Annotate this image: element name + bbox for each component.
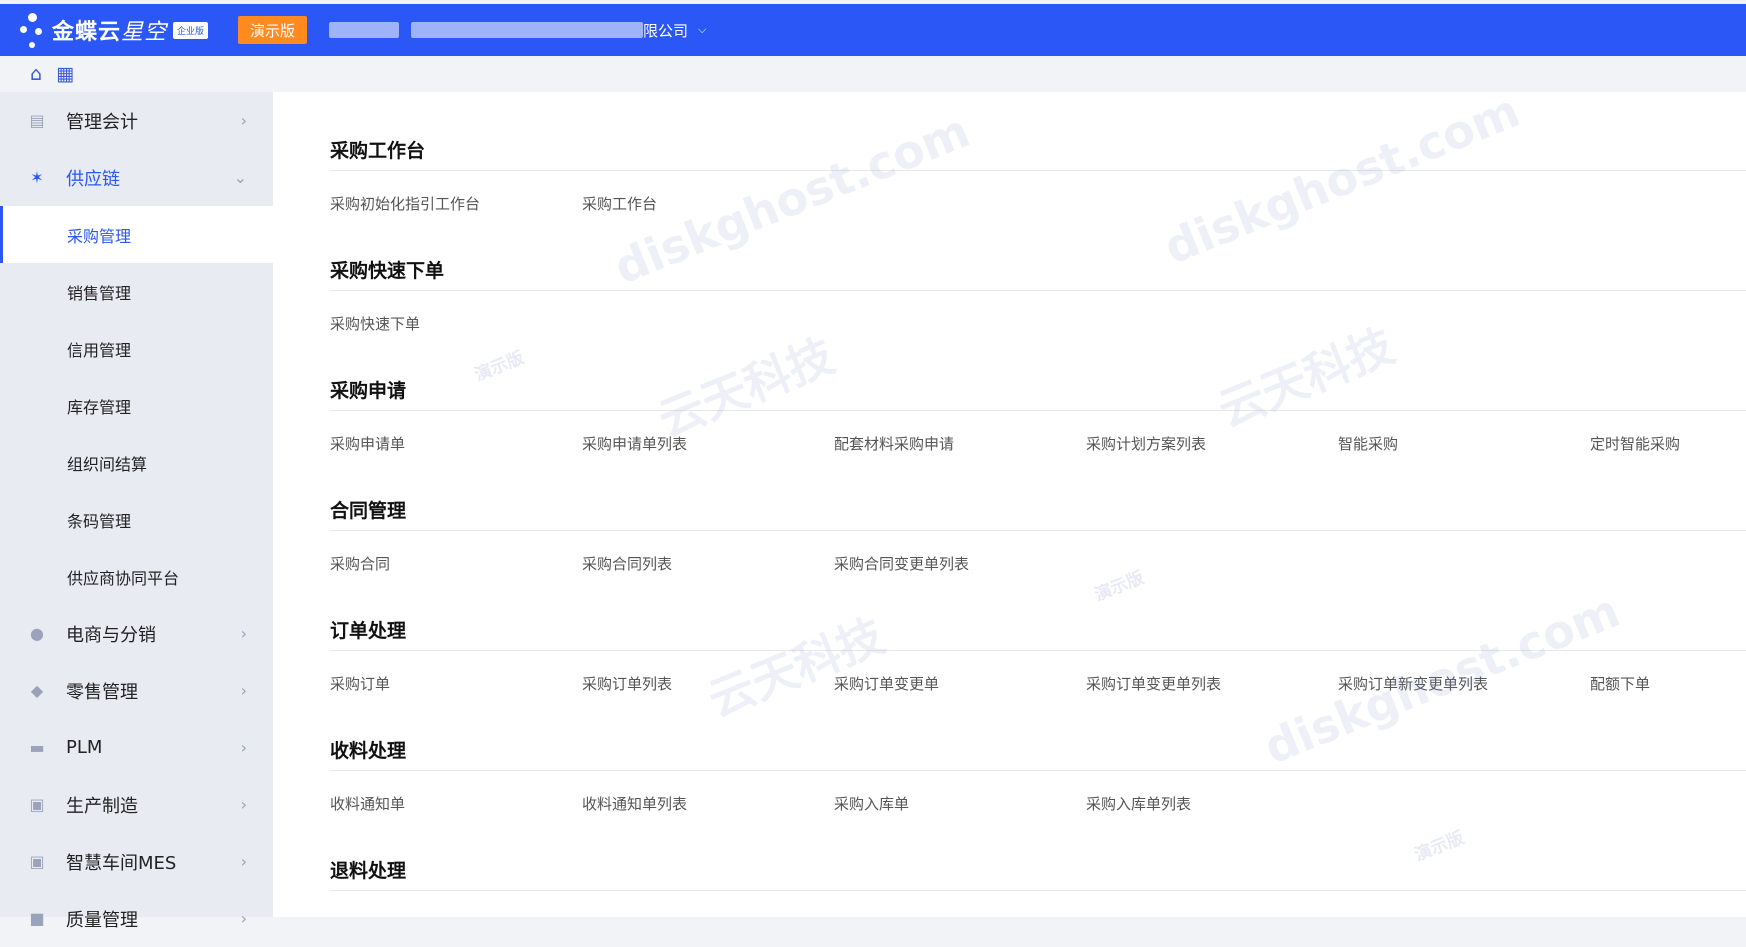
sidebar-subitem-credit[interactable]: 信用管理 bbox=[0, 320, 273, 377]
menu-link[interactable]: 智能采购 bbox=[1338, 433, 1398, 454]
sidebar-subitem-supplier-portal[interactable]: 供应商协同平台 bbox=[0, 548, 273, 605]
redacted-text bbox=[411, 22, 644, 38]
sidebar-item-label: 供应链 bbox=[66, 168, 120, 190]
chevron-right-icon: › bbox=[240, 909, 247, 928]
section-purchase-request: 采购申请 采购申请单 采购申请单列表 配套材料采购申请 采购计划方案列表 智能采… bbox=[330, 371, 1746, 471]
sidebar-item-quality[interactable]: ■ 质量管理 › bbox=[0, 890, 273, 947]
home-icon[interactable]: ⌂ bbox=[30, 64, 42, 84]
sidebar-item-label: 电商与分销 bbox=[66, 624, 156, 646]
menu-content-panel: 采购工作台 采购初始化指引工作台 采购工作台 采购快速下单 采购快速下单 采购申… bbox=[273, 92, 1746, 917]
app-logo[interactable]: 金蝶云星空 企业版 bbox=[16, 8, 226, 52]
sidebar-item-manufacturing[interactable]: ▣ 生产制造 › bbox=[0, 776, 273, 833]
sidebar-subitem-purchase[interactable]: 采购管理 bbox=[0, 206, 273, 263]
chevron-right-icon: › bbox=[240, 795, 247, 814]
section-title: 退料处理 bbox=[330, 851, 1746, 891]
menu-link[interactable]: 采购合同变更单列表 bbox=[834, 553, 969, 574]
chevron-right-icon: › bbox=[240, 624, 247, 643]
sidebar-item-label: PLM bbox=[66, 737, 103, 758]
sidebar: ▤ 管理会计 › ✶ 供应链 ⌄ 采购管理 销售管理 信用管理 库存管理 组织间… bbox=[0, 92, 273, 931]
menu-link[interactable]: 采购合同列表 bbox=[582, 553, 672, 574]
menu-link[interactable]: 采购入库单列表 bbox=[1086, 793, 1191, 814]
shop-icon: ● bbox=[30, 624, 44, 643]
menu-link[interactable]: 采购合同 bbox=[330, 553, 390, 574]
company-selector[interactable]: 限公司 ⌵ bbox=[329, 20, 706, 41]
menu-link[interactable]: 采购快速下单 bbox=[330, 313, 420, 334]
menu-link[interactable]: 采购订单变更单列表 bbox=[1086, 673, 1221, 694]
chevron-down-icon: ⌄ bbox=[233, 168, 247, 187]
menu-link[interactable]: 采购订单 bbox=[330, 673, 390, 694]
sidebar-item-plm[interactable]: ▬ PLM › bbox=[0, 719, 273, 776]
menu-link[interactable]: 定时智能采购 bbox=[1590, 433, 1680, 454]
sidebar-item-label: 智慧车间MES bbox=[66, 852, 177, 874]
demo-badge: 演示版 bbox=[238, 16, 308, 44]
menu-link[interactable]: 采购订单变更单 bbox=[834, 673, 939, 694]
sidebar-subitem-settlement[interactable]: 组织间结算 bbox=[0, 434, 273, 491]
sidebar-subitem-inventory[interactable]: 库存管理 bbox=[0, 377, 273, 434]
section-title: 收料处理 bbox=[330, 731, 1746, 771]
menu-link[interactable]: 采购初始化指引工作台 bbox=[330, 193, 480, 214]
menu-link[interactable]: 收料通知单 bbox=[330, 793, 405, 814]
sidebar-subitem-barcode[interactable]: 条码管理 bbox=[0, 491, 273, 548]
plm-icon: ▬ bbox=[29, 738, 45, 757]
menu-link[interactable]: 采购工作台 bbox=[582, 193, 657, 214]
ledger-icon: ▤ bbox=[29, 111, 45, 130]
menu-link[interactable]: 采购入库单 bbox=[834, 793, 909, 814]
workshop-icon: ▣ bbox=[29, 852, 45, 871]
sidebar-item-ecommerce[interactable]: ● 电商与分销 › bbox=[0, 605, 273, 662]
sidebar-item-label: 零售管理 bbox=[66, 681, 138, 703]
quick-icon-bar: ⌂ ▦ bbox=[0, 56, 1746, 92]
section-contract: 合同管理 采购合同 采购合同列表 采购合同变更单列表 bbox=[330, 491, 1746, 591]
section-title: 采购申请 bbox=[330, 371, 1746, 411]
edition-badge: 企业版 bbox=[173, 21, 209, 39]
logo-mark-icon bbox=[16, 8, 52, 52]
chevron-down-icon: ⌵ bbox=[698, 23, 707, 36]
menu-link[interactable]: 采购申请单列表 bbox=[582, 433, 687, 454]
section-quick-order: 采购快速下单 采购快速下单 bbox=[330, 251, 1746, 351]
quality-icon: ■ bbox=[29, 909, 45, 928]
apps-icon[interactable]: ▦ bbox=[56, 64, 74, 84]
section-title: 合同管理 bbox=[330, 491, 1746, 531]
menu-link[interactable]: 采购订单新变更单列表 bbox=[1338, 673, 1488, 694]
chevron-right-icon: › bbox=[240, 738, 247, 757]
chevron-right-icon: › bbox=[240, 111, 247, 130]
chevron-right-icon: › bbox=[240, 852, 247, 871]
section-return: 退料处理 bbox=[330, 851, 1746, 891]
menu-link[interactable]: 收料通知单列表 bbox=[582, 793, 687, 814]
section-order-processing: 订单处理 采购订单 采购订单列表 采购订单变更单 采购订单变更单列表 采购订单新… bbox=[330, 611, 1746, 711]
network-icon: ✶ bbox=[30, 168, 44, 187]
section-title: 采购工作台 bbox=[330, 131, 1746, 171]
sidebar-item-label: 管理会计 bbox=[66, 111, 138, 133]
sidebar-item-mes[interactable]: ▣ 智慧车间MES › bbox=[0, 833, 273, 890]
menu-link[interactable]: 采购计划方案列表 bbox=[1086, 433, 1206, 454]
sidebar-item-retail[interactable]: ◆ 零售管理 › bbox=[0, 662, 273, 719]
sidebar-item-label: 质量管理 bbox=[66, 909, 138, 931]
company-name-suffix: 限公司 bbox=[643, 21, 689, 40]
section-receiving: 收料处理 收料通知单 收料通知单列表 采购入库单 采购入库单列表 bbox=[330, 731, 1746, 831]
chevron-right-icon: › bbox=[240, 681, 247, 700]
sidebar-item-supply-chain[interactable]: ✶ 供应链 ⌄ bbox=[0, 149, 273, 206]
factory-icon: ▣ bbox=[29, 795, 45, 814]
menu-link[interactable]: 采购申请单 bbox=[330, 433, 405, 454]
section-title: 订单处理 bbox=[330, 611, 1746, 651]
sidebar-subitem-sales[interactable]: 销售管理 bbox=[0, 263, 273, 320]
menu-link[interactable]: 配额下单 bbox=[1590, 673, 1650, 694]
top-header: 金蝶云星空 企业版 演示版 限公司 ⌵ bbox=[0, 4, 1746, 56]
redacted-text bbox=[329, 22, 400, 38]
section-title: 采购快速下单 bbox=[330, 251, 1746, 291]
sidebar-item-management-accounting[interactable]: ▤ 管理会计 › bbox=[0, 92, 273, 149]
logo-title: 金蝶云星空 bbox=[52, 20, 168, 45]
menu-link[interactable]: 采购订单列表 bbox=[582, 673, 672, 694]
menu-link[interactable]: 配套材料采购申请 bbox=[834, 433, 954, 454]
layers-icon: ◆ bbox=[30, 681, 44, 700]
section-purchase-workbench: 采购工作台 采购初始化指引工作台 采购工作台 bbox=[330, 131, 1746, 231]
sidebar-item-label: 生产制造 bbox=[66, 795, 138, 817]
